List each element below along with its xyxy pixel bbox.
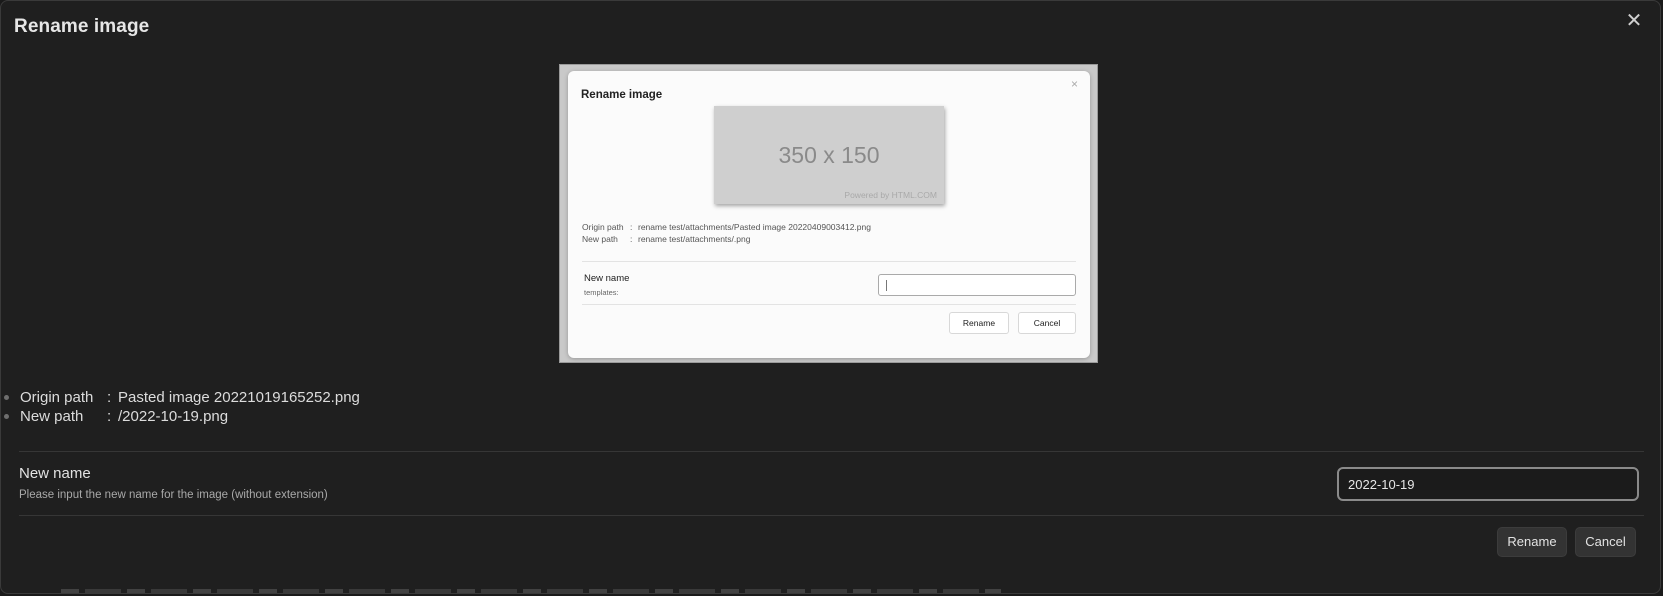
modal-title: Rename image bbox=[14, 16, 150, 37]
colon-separator: : bbox=[107, 389, 112, 406]
close-icon[interactable]: ✕ bbox=[1622, 9, 1646, 33]
preview-image-size-text: 350 x 150 bbox=[778, 142, 880, 168]
origin-path-label: Origin path bbox=[20, 389, 94, 406]
preview-name-input bbox=[878, 274, 1076, 296]
bullet-icon bbox=[4, 395, 9, 400]
preview-rename-button: Rename bbox=[949, 312, 1009, 334]
preview-dialog-title: Rename image bbox=[581, 89, 663, 101]
rename-button[interactable]: Rename bbox=[1497, 527, 1567, 557]
preview-origin-label: Origin path bbox=[582, 222, 624, 232]
preview-cancel-button: Cancel bbox=[1018, 312, 1076, 334]
preview-dialog: Rename image × 350 x 150 Powered by HTML… bbox=[568, 71, 1090, 358]
preview-new-label: New path bbox=[582, 234, 618, 244]
new-path-value: /2022-10-19.png bbox=[118, 408, 229, 425]
bullet-icon bbox=[4, 414, 9, 419]
list-item: New path : /2022-10-19.png bbox=[1, 407, 360, 426]
new-path-label: New path bbox=[20, 408, 84, 425]
preview-close-icon: × bbox=[1070, 77, 1078, 91]
preview-templates-label: templates: bbox=[584, 288, 619, 297]
list-item: Origin path : Pasted image 2022101916525… bbox=[1, 388, 360, 407]
preview-new-value: rename test/attachments/.png bbox=[638, 234, 751, 244]
new-name-description: Please input the new name for the image … bbox=[19, 489, 328, 501]
preview-image-powered-text: Powered by HTML.COM bbox=[844, 190, 937, 200]
divider bbox=[19, 451, 1644, 452]
preview-paths: Origin path : rename test/attachments/Pa… bbox=[582, 221, 871, 245]
preview-colon: : bbox=[630, 222, 633, 232]
colon-separator: : bbox=[107, 408, 112, 425]
new-name-label: New name bbox=[19, 465, 91, 482]
preview-divider bbox=[582, 304, 1076, 305]
path-info-list: Origin path : Pasted image 2022101916525… bbox=[1, 388, 360, 426]
image-preview: Rename image × 350 x 150 Powered by HTML… bbox=[559, 64, 1098, 363]
background-text-strip bbox=[61, 589, 1001, 593]
preview-origin-value: rename test/attachments/Pasted image 202… bbox=[638, 222, 871, 232]
preview-placeholder-image: 350 x 150 Powered by HTML.COM bbox=[714, 106, 944, 204]
divider bbox=[19, 515, 1644, 516]
preview-divider bbox=[582, 261, 1076, 262]
cancel-button[interactable]: Cancel bbox=[1575, 527, 1636, 557]
new-name-input[interactable] bbox=[1337, 467, 1639, 501]
preview-new-name-label: New name bbox=[584, 273, 630, 284]
rename-image-modal: Rename image ✕ Rename image × 350 x 150 … bbox=[0, 0, 1661, 594]
origin-path-value: Pasted image 20221019165252.png bbox=[118, 389, 360, 406]
preview-colon: : bbox=[630, 234, 633, 244]
